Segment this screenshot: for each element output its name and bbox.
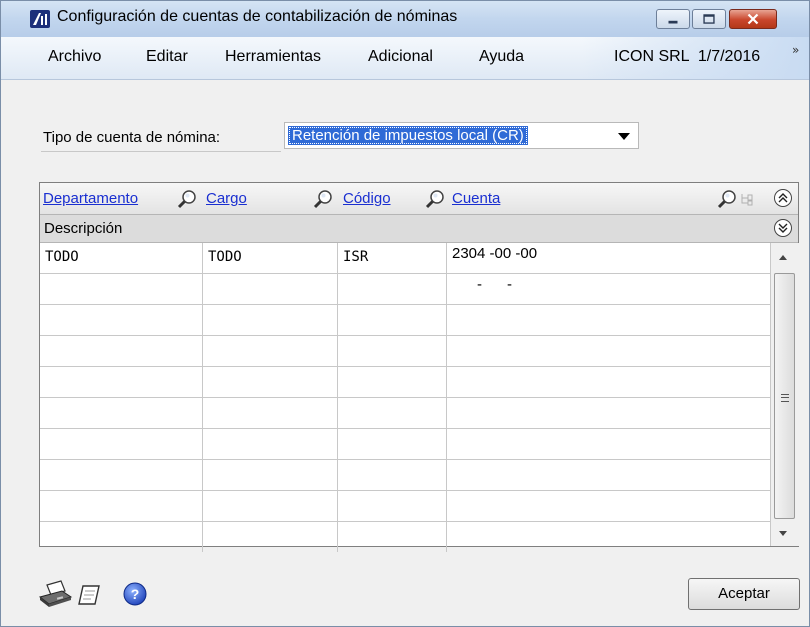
double-chevron-up-icon — [778, 193, 788, 203]
table-row[interactable] — [40, 460, 770, 491]
account-cell[interactable]: - - — [447, 274, 770, 304]
code-cell[interactable] — [338, 460, 447, 490]
account-tree-icon — [741, 194, 753, 206]
menu-bar: Archivo Editar Herramientas Adicional Ay… — [1, 37, 809, 80]
account-cell[interactable] — [447, 336, 770, 366]
payroll-account-type-label: Tipo de cuenta de nómina: — [43, 129, 221, 146]
table-row[interactable] — [40, 367, 770, 398]
description-row: Descripción — [40, 215, 798, 243]
department-cell[interactable] — [40, 274, 203, 304]
code-cell[interactable]: ISR — [338, 243, 447, 273]
scroll-thumb[interactable] — [774, 273, 795, 519]
table-row[interactable] — [40, 522, 770, 553]
double-chevron-down-icon — [778, 223, 788, 233]
accounts-grid: Departamento Cargo Código Cuenta Descrip… — [39, 182, 799, 552]
maximize-button[interactable] — [692, 9, 726, 29]
menu-editar[interactable]: Editar — [146, 48, 188, 66]
header-departamento-link[interactable]: Departamento — [43, 190, 138, 207]
position-cell[interactable] — [203, 491, 338, 521]
collapse-rows-button[interactable] — [774, 189, 792, 207]
scroll-down-arrow-icon[interactable] — [779, 531, 787, 536]
position-cell[interactable] — [203, 305, 338, 335]
code-lookup-icon[interactable] — [424, 188, 446, 210]
menu-herramientas[interactable]: Herramientas — [225, 48, 321, 66]
code-cell[interactable] — [338, 274, 447, 304]
account-cell[interactable] — [447, 522, 770, 552]
window-title: Configuración de cuentas de contabilizac… — [57, 8, 458, 25]
table-row[interactable] — [40, 336, 770, 367]
code-cell[interactable] — [338, 429, 447, 459]
account-cell[interactable] — [447, 460, 770, 490]
account-cell[interactable] — [447, 398, 770, 428]
minimize-button[interactable] — [656, 9, 690, 29]
table-row[interactable] — [40, 429, 770, 460]
grid-header: Departamento Cargo Código Cuenta — [40, 183, 798, 215]
account-cell[interactable] — [447, 367, 770, 397]
table-row[interactable]: TODO TODO ISR 2304 -00 -00 — [40, 243, 770, 274]
label-divider — [41, 151, 281, 152]
vertical-scrollbar[interactable] — [770, 243, 799, 546]
account-cell[interactable] — [447, 491, 770, 521]
account-cell[interactable]: 2304 -00 -00 — [447, 243, 770, 273]
grid-rows: TODO TODO ISR 2304 -00 -00 - - — [40, 243, 770, 553]
position-lookup-icon[interactable] — [312, 188, 334, 210]
header-cargo-link[interactable]: Cargo — [206, 190, 247, 207]
dropdown-arrow-icon[interactable] — [618, 133, 630, 140]
position-cell[interactable] — [203, 429, 338, 459]
table-row[interactable]: - - — [40, 274, 770, 305]
help-icon[interactable]: ? — [122, 581, 148, 607]
position-cell[interactable] — [203, 274, 338, 304]
department-cell[interactable] — [40, 491, 203, 521]
department-cell[interactable] — [40, 336, 203, 366]
position-cell[interactable] — [203, 367, 338, 397]
position-cell[interactable] — [203, 398, 338, 428]
menu-ayuda[interactable]: Ayuda — [479, 48, 524, 66]
code-cell[interactable] — [338, 398, 447, 428]
code-cell[interactable] — [338, 367, 447, 397]
title-bar: Configuración de cuentas de contabilizac… — [1, 1, 809, 38]
payroll-posting-accounts-window: Configuración de cuentas de contabilizac… — [0, 0, 810, 627]
code-cell[interactable] — [338, 305, 447, 335]
close-button[interactable] — [729, 9, 777, 29]
account-cell[interactable] — [447, 305, 770, 335]
code-cell[interactable] — [338, 491, 447, 521]
accept-button[interactable]: Aceptar — [688, 578, 800, 610]
svg-text:?: ? — [131, 586, 140, 602]
position-cell[interactable] — [203, 460, 338, 490]
payroll-account-type-dropdown[interactable]: Retención de impuestos local (CR) — [284, 122, 639, 149]
payroll-account-type-value: Retención de impuestos local (CR) — [288, 126, 528, 145]
menu-overflow-chevron-icon[interactable]: » — [792, 43, 799, 57]
position-cell[interactable]: TODO — [203, 243, 338, 273]
menu-adicional[interactable]: Adicional — [368, 48, 433, 66]
table-row[interactable] — [40, 398, 770, 429]
note-icon[interactable] — [77, 583, 103, 607]
department-cell[interactable] — [40, 398, 203, 428]
department-cell[interactable] — [40, 429, 203, 459]
account-cell[interactable] — [447, 429, 770, 459]
expand-rows-button[interactable] — [774, 219, 792, 237]
account-lookup-icon[interactable] — [716, 188, 738, 210]
table-row[interactable] — [40, 305, 770, 336]
department-cell[interactable] — [40, 305, 203, 335]
code-cell[interactable] — [338, 522, 447, 552]
app-logo-icon — [30, 10, 50, 28]
department-cell[interactable] — [40, 460, 203, 490]
position-cell[interactable] — [203, 336, 338, 366]
code-cell[interactable] — [338, 336, 447, 366]
table-row[interactable] — [40, 491, 770, 522]
department-lookup-icon[interactable] — [176, 188, 198, 210]
position-cell[interactable] — [203, 522, 338, 552]
scroll-grip-icon — [781, 394, 789, 402]
department-cell[interactable] — [40, 367, 203, 397]
department-cell[interactable]: TODO — [40, 243, 203, 273]
description-label: Descripción — [44, 220, 123, 237]
menu-archivo[interactable]: Archivo — [48, 48, 101, 66]
header-cuenta-link[interactable]: Cuenta — [452, 190, 500, 207]
header-codigo-link[interactable]: Código — [343, 190, 391, 207]
scroll-up-arrow-icon[interactable] — [779, 255, 787, 260]
department-cell[interactable] — [40, 522, 203, 552]
printer-icon[interactable] — [37, 579, 75, 609]
company-date-label: ICON SRL 1/7/2016 — [614, 48, 761, 65]
